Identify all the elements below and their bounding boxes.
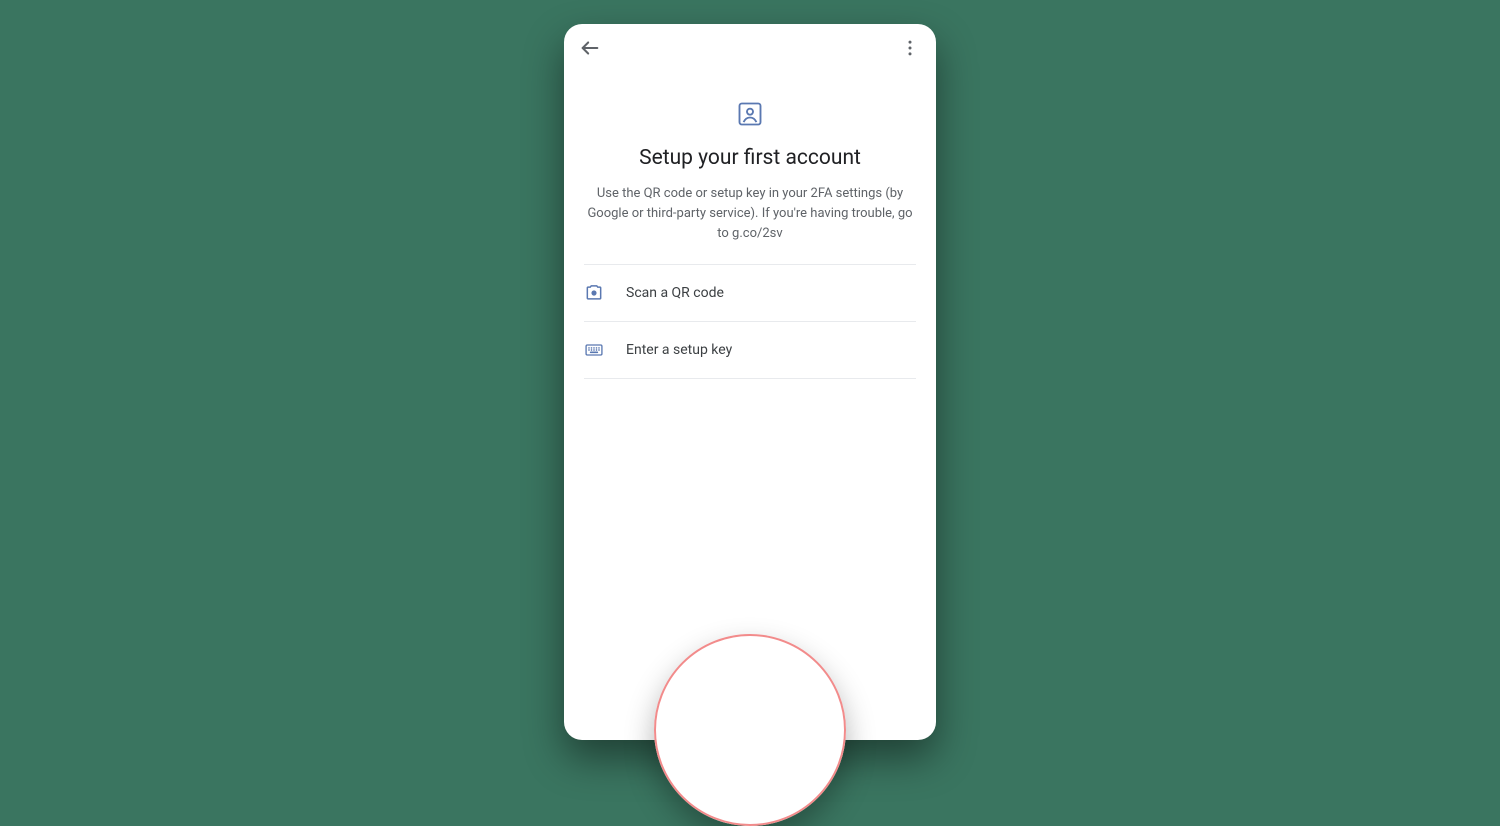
enter-key-label: Enter a setup key	[626, 342, 732, 358]
more-vert-icon	[900, 38, 920, 58]
keyboard-icon	[584, 340, 604, 360]
scan-qr-label: Scan a QR code	[626, 285, 724, 301]
page-subtitle: Use the QR code or setup key in your 2FA…	[584, 184, 916, 244]
more-menu-button[interactable]	[898, 36, 922, 60]
phone-screen: Setup your first account Use the QR code…	[564, 24, 936, 740]
enter-key-option[interactable]: Enter a setup key	[584, 322, 916, 379]
content-area: Setup your first account Use the QR code…	[564, 72, 936, 379]
highlight-annotation	[654, 634, 846, 826]
app-bar	[564, 24, 936, 72]
account-box-icon	[736, 100, 764, 128]
scan-qr-option[interactable]: Scan a QR code	[584, 265, 916, 322]
camera-icon	[584, 283, 604, 303]
page-title: Setup your first account	[584, 146, 916, 170]
back-arrow-icon	[579, 37, 601, 59]
back-button[interactable]	[578, 36, 602, 60]
options-list: Scan a QR code	[584, 264, 916, 379]
import-accounts-link[interactable]: Import existing accounts?	[564, 702, 936, 718]
